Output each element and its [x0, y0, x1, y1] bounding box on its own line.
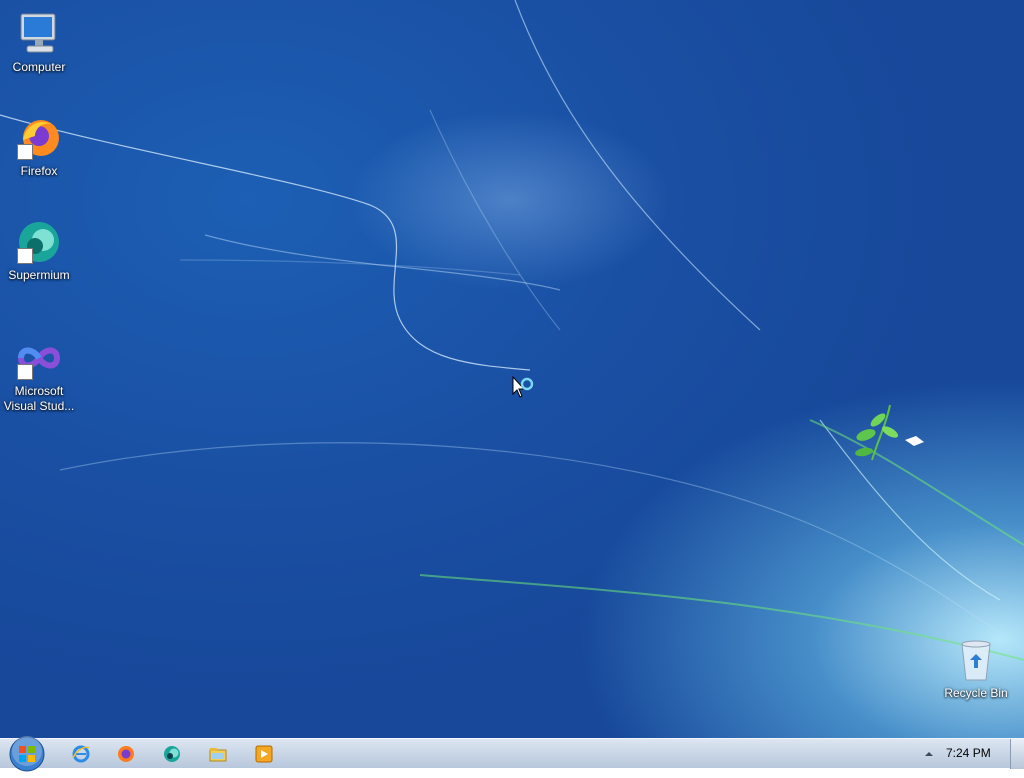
windows-logo-icon — [9, 736, 45, 772]
shortcut-arrow-icon — [17, 248, 33, 264]
computer-icon — [15, 10, 63, 58]
desktop-icon-label: Recycle Bin — [944, 686, 1008, 700]
taskbar-clock[interactable]: 7:24 PM — [946, 746, 991, 760]
desktop-icon-supermium[interactable]: Supermium — [1, 218, 77, 283]
desktop-icon-label: Firefox — [20, 164, 58, 178]
wallpaper-decoration — [0, 0, 1024, 661]
supermium-icon — [164, 746, 180, 762]
desktop-icon-label: Supermium — [8, 268, 70, 282]
busy-cursor-icon — [512, 376, 534, 398]
file-explorer-icon — [209, 748, 227, 762]
recycle-bin-icon — [952, 636, 1000, 684]
taskbar-media-player[interactable] — [244, 742, 284, 766]
start-button[interactable] — [8, 735, 46, 773]
chevron-up-icon — [925, 752, 933, 756]
taskbar-file-explorer[interactable] — [198, 742, 238, 766]
visual-studio-icon — [15, 334, 63, 382]
taskbar-internet-explorer[interactable] — [61, 742, 101, 766]
desktop-icon-label: Computer — [12, 60, 66, 74]
desktop-icon-recycle-bin[interactable]: Recycle Bin — [938, 636, 1014, 701]
supermium-icon — [15, 218, 63, 266]
taskbar: 7:24 PM — [0, 736, 1024, 772]
green-leaves-decoration — [855, 404, 924, 461]
firefox-icon — [118, 746, 134, 762]
desktop-background[interactable]: Computer Firefox Supermium Microsoft Vis… — [0, 0, 1024, 738]
firefox-icon — [15, 114, 63, 162]
desktop-icon-visual-studio[interactable]: Microsoft Visual Stud... — [1, 334, 77, 414]
internet-explorer-icon — [72, 745, 90, 763]
desktop-icon-computer[interactable]: Computer — [1, 10, 77, 75]
media-player-icon — [255, 745, 273, 763]
desktop-icon-firefox[interactable]: Firefox — [1, 114, 77, 179]
desktop-icon-label: Microsoft Visual Stud... — [3, 384, 75, 413]
taskbar-supermium[interactable] — [152, 742, 192, 766]
show-desktop-button[interactable] — [1010, 739, 1024, 769]
taskbar-firefox[interactable] — [106, 742, 146, 766]
shortcut-arrow-icon — [17, 364, 33, 380]
shortcut-arrow-icon — [17, 144, 33, 160]
show-hidden-icons-button[interactable] — [922, 747, 936, 761]
